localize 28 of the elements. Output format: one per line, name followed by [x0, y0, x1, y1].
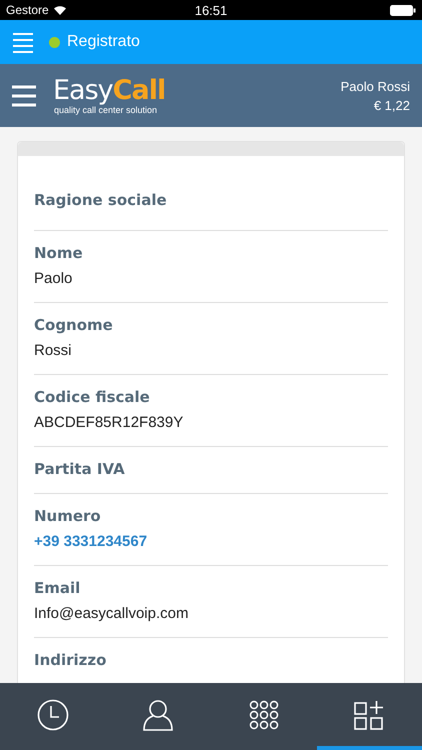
balance-text: € 1,22 [374, 98, 410, 112]
logo-wordmark: EasyCall [53, 76, 166, 104]
add-widget-icon [354, 700, 384, 730]
battery-icon [390, 4, 416, 16]
field-label: Email [34, 578, 82, 598]
carrier-text: Gestore [6, 3, 49, 17]
field-label: Cognome [34, 315, 114, 335]
field-value: Paolo [34, 270, 74, 288]
clock-text: 16:51 [194, 2, 228, 18]
clock-icon [36, 698, 69, 730]
field-value: ABCDEF85R12F839Y [34, 414, 184, 432]
logo-tagline: quality call center solution [54, 104, 158, 114]
field-label: Ragione sociale [34, 190, 168, 210]
field-label: Partita IVA [34, 459, 126, 479]
field-label: Numero [34, 506, 102, 526]
user-name: Paolo Rossi [340, 78, 410, 94]
field-value: Info@easycallvoip.com [34, 605, 190, 623]
field-label: Indirizzo [34, 650, 108, 670]
menu-icon[interactable] [12, 31, 34, 53]
field-label: Codice fiscale [34, 387, 151, 407]
wifi-icon [52, 5, 67, 15]
person-icon [142, 698, 174, 730]
field-label: Nome [34, 243, 84, 263]
menu-icon[interactable] [12, 84, 36, 106]
phone-link[interactable]: +39 3331234567 [34, 533, 388, 551]
keypad-icon [248, 700, 279, 730]
registration-status: Registrato [67, 33, 140, 51]
field-value: Rossi [34, 342, 73, 360]
